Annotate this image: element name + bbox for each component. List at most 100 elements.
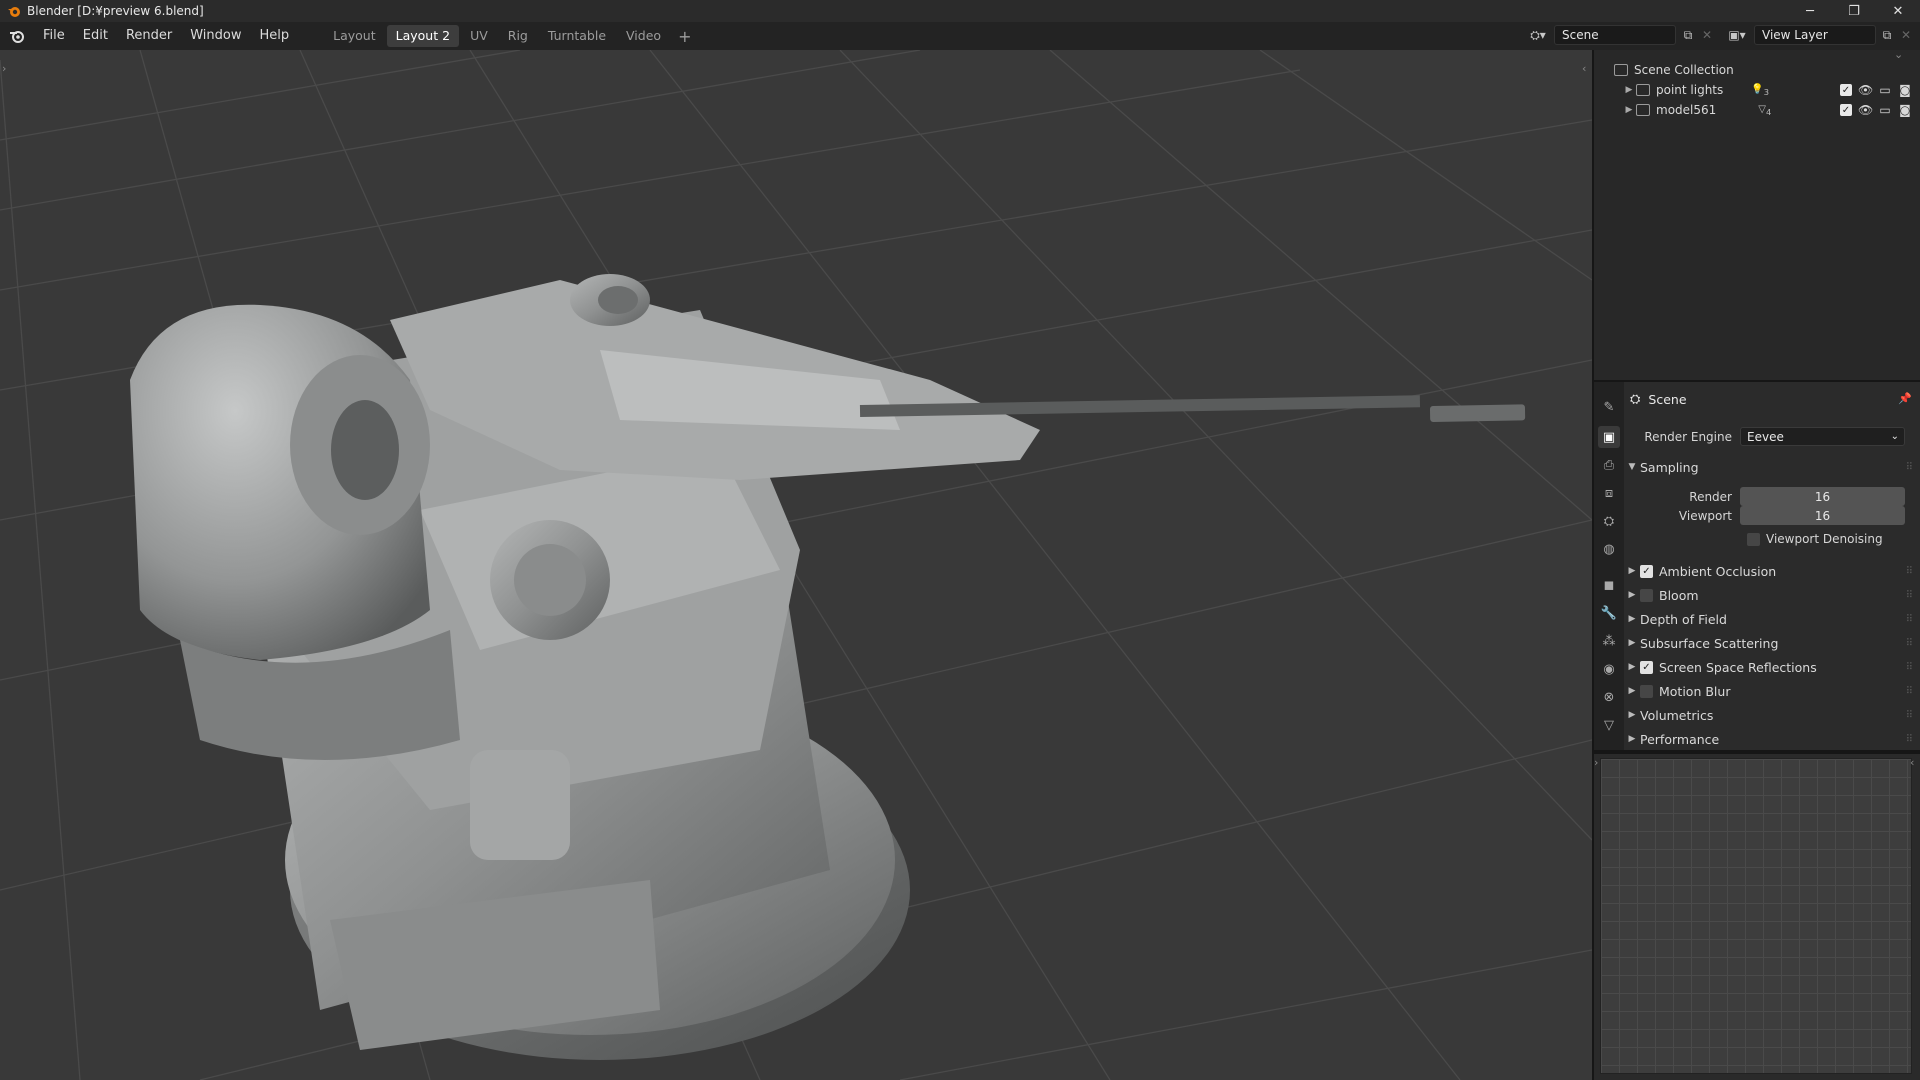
menu-render[interactable]: Render [117,22,181,50]
scene-properties-icon[interactable]: ⛭ [1598,510,1620,532]
scene-browse-icon[interactable]: ⛭▾ [1524,25,1552,45]
delete-scene-icon[interactable]: ✕ [1696,25,1718,45]
drag-handle-icon[interactable]: ⠿ [1906,662,1913,673]
properties-body: ⛭ Scene 📌 Render Engine Eevee ⌄ ▼ Sampli… [1624,382,1920,750]
toolbar-toggle-icon[interactable]: › [2,62,6,75]
light-count-icon: 💡3 [1751,83,1770,97]
sidebar-toggle-icon[interactable]: ‹ [1582,62,1586,75]
panel-screen-space-reflections[interactable]: ▶ ✓ Screen Space Reflections ⠿ [1624,656,1920,678]
expand-icon: ▶ [1628,566,1636,576]
turret-model [130,274,1526,1060]
tab-layout-2[interactable]: Layout 2 [386,25,460,47]
menu-window[interactable]: Window [181,22,250,50]
output-properties-icon[interactable]: ⎙ [1598,454,1620,476]
scene-collection-row[interactable]: Scene Collection [1594,60,1920,80]
scene-selector[interactable]: Scene [1554,25,1676,45]
exclude-checkbox[interactable]: ✓ [1840,104,1852,116]
outliner-item-label: point lights [1656,83,1724,97]
collection-icon [1614,64,1628,76]
object-properties-icon[interactable]: ◼ [1598,574,1620,596]
outliner-row-point-lights[interactable]: ▶ point lights 💡3 ✓ 👁 ▭ ◙ [1594,80,1920,100]
drag-handle-icon[interactable]: ⠿ [1906,734,1913,745]
menu-edit[interactable]: Edit [74,22,117,50]
render-samples-field[interactable]: 16 [1740,487,1905,506]
tab-rig[interactable]: Rig [499,25,537,47]
panel-volumetrics[interactable]: ▶ Volumetrics ⠿ [1624,704,1920,726]
add-workspace-button[interactable]: + [672,27,697,46]
modifier-wrench-icon[interactable]: 🔧 [1598,602,1620,624]
view-layer-browse-icon[interactable]: ▣▾ [1722,25,1752,45]
menu-help[interactable]: Help [251,22,299,50]
view-layer-selector[interactable]: View Layer [1754,25,1876,45]
tab-turntable[interactable]: Turntable [539,25,615,47]
properties-header-label: Scene [1648,392,1687,407]
editor-grid-canvas[interactable] [1600,758,1912,1074]
viewport-denoising-option[interactable]: Viewport Denoising [1747,532,1883,546]
panel-bloom[interactable]: ▶ Bloom ⠿ [1624,584,1920,606]
panel-ambient-occlusion[interactable]: ▶ ✓ Ambient Occlusion ⠿ [1624,560,1920,582]
eye-icon[interactable]: 👁 [1858,83,1873,97]
render-engine-label: Render Engine [1644,430,1732,444]
panel-subsurface-scattering[interactable]: ▶ Subsurface Scattering ⠿ [1624,632,1920,654]
constraints-icon[interactable]: ⊗ [1598,686,1620,708]
viewport-scene[interactable] [0,50,1592,1080]
render-properties-icon[interactable]: ▣ [1598,426,1620,448]
outliner-panel: ⌄ Scene Collection ▶ point lights 💡3 ✓ 👁… [1594,48,1920,380]
tab-uv[interactable]: UV [461,25,497,47]
area-collapse-right-icon[interactable]: ‹ [1910,756,1914,769]
outliner-item-label: model561 [1656,103,1717,117]
drag-handle-icon[interactable]: ⠿ [1906,590,1913,601]
workspace-tabs: Layout Layout 2 UV Rig Turntable Video + [324,25,697,47]
outliner-row-model561[interactable]: ▶ model561 ▽4 ✓ 👁 ▭ ◙ [1594,100,1920,120]
tab-layout[interactable]: Layout [324,25,385,47]
exclude-checkbox[interactable]: ✓ [1840,84,1852,96]
object-data-icon[interactable]: ▽ [1598,714,1620,736]
restore-icon[interactable]: ❐ [1832,0,1876,22]
expand-icon[interactable]: ▶ [1622,85,1636,95]
panel-motion-blur[interactable]: ▶ Motion Blur ⠿ [1624,680,1920,702]
drag-handle-icon[interactable]: ⠿ [1906,614,1913,625]
collection-icon [1636,84,1650,96]
ambient-occlusion-checkbox[interactable]: ✓ [1640,564,1653,578]
drag-handle-icon[interactable]: ⠿ [1906,686,1913,697]
tab-video[interactable]: Video [617,25,670,47]
3d-viewport[interactable]: › ‹ [0,50,1592,1080]
camera-icon[interactable]: ◙ [1898,103,1912,117]
view-layer-icon[interactable]: ⧈ [1598,482,1620,504]
ssr-checkbox[interactable]: ✓ [1640,660,1653,674]
expand-icon: ▶ [1628,710,1636,720]
chevron-down-icon: ⌄ [1890,431,1899,442]
window-title: Blender [D:¥preview 6.blend] [27,4,204,18]
tool-icon[interactable]: ✎ [1598,396,1620,418]
close-icon[interactable]: ✕ [1876,0,1920,22]
camera-icon[interactable]: ◙ [1898,83,1912,97]
blender-menu-icon[interactable] [8,27,26,45]
panel-sampling-header[interactable]: ▼ Sampling ⠿ [1624,456,1920,478]
bottom-right-editor[interactable]: › ‹ [1594,754,1920,1080]
area-collapse-left-icon[interactable]: › [1594,756,1598,769]
bloom-checkbox[interactable] [1640,588,1653,602]
minimize-icon[interactable]: ─ [1788,0,1832,22]
pin-icon[interactable]: 📌 [1898,392,1912,405]
drag-handle-icon[interactable]: ⠿ [1906,710,1913,721]
viewport-samples-field[interactable]: 16 [1740,506,1905,525]
drag-handle-icon[interactable]: ⠿ [1906,566,1913,577]
monitor-icon[interactable]: ▭ [1878,83,1892,97]
render-engine-dropdown[interactable]: Eevee ⌄ [1740,427,1905,446]
motion-blur-checkbox[interactable] [1640,684,1653,698]
viewport-samples-label: Viewport [1678,509,1732,523]
eye-icon[interactable]: 👁 [1858,103,1873,117]
drag-handle-icon[interactable]: ⠿ [1906,462,1913,473]
menu-file[interactable]: File [34,22,74,50]
expand-icon[interactable]: ▶ [1622,105,1636,115]
physics-icon[interactable]: ◉ [1598,658,1620,680]
world-properties-icon[interactable]: ◍ [1598,538,1620,560]
monitor-icon[interactable]: ▭ [1878,103,1892,117]
drag-handle-icon[interactable]: ⠿ [1906,638,1913,649]
particles-icon[interactable]: ⁂ [1598,630,1620,652]
panel-performance[interactable]: ▶ Performance ⠿ [1624,728,1920,750]
scene-collection-label: Scene Collection [1634,63,1734,77]
delete-view-layer-icon[interactable]: ✕ [1895,25,1917,45]
viewport-denoising-checkbox[interactable] [1747,532,1760,546]
panel-depth-of-field[interactable]: ▶ Depth of Field ⠿ [1624,608,1920,630]
